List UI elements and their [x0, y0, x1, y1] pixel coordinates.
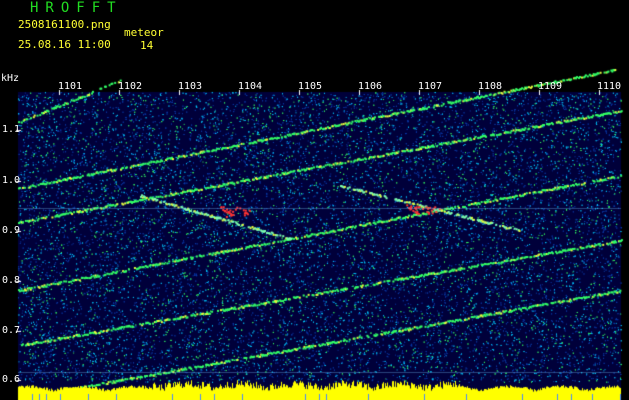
info-separator: : — [292, 3, 299, 16]
time-tick-label: 1104 — [238, 81, 263, 92]
info-value: Hamamatsu, Japan (N34°40' E137°43') — [304, 16, 536, 29]
y-tick-label: 0.7 — [2, 325, 21, 336]
info-row-antenna: Antenna : HB9CV Zenith dir. — [180, 42, 536, 55]
time-tick-label: 1110 — [597, 81, 622, 92]
info-value: JL2TBB — [304, 3, 344, 16]
time-tick-label: 1102 — [118, 81, 143, 92]
time-tick-label: 1107 — [418, 81, 443, 92]
info-key: Observer — [180, 3, 233, 16]
time-tick-label: 1108 — [478, 81, 503, 92]
info-key: Antenna — [180, 42, 227, 55]
info-value: ICOM IC-R2500 53.1000MHz USB — [304, 29, 490, 42]
timestamp: 25.08.16 11:00 — [18, 38, 111, 51]
station-info: Observer : JL2TBB Receiving Location : H… — [180, 3, 536, 55]
time-tick-label: 1105 — [298, 81, 323, 92]
time-tick-label: 1109 — [538, 81, 563, 92]
spectrogram-canvas — [0, 0, 629, 400]
time-tick-label: 1106 — [358, 81, 383, 92]
app-logo: HROFFT — [30, 0, 123, 16]
info-row-location: Receiving Location : Hamamatsu, Japan (N… — [180, 16, 536, 42]
info-key: Receiving Location — [180, 16, 240, 42]
meteor-label: meteor — [124, 26, 164, 39]
info-separator: : — [292, 16, 299, 29]
y-tick-label: 1.0 — [2, 175, 21, 186]
info-row-observer: Observer : JL2TBB — [180, 3, 536, 16]
file-name: 2508161100.png — [18, 18, 111, 31]
info-separator: : — [292, 29, 299, 42]
info-separator: : — [292, 42, 299, 55]
info-key: Receiver — [180, 29, 233, 42]
info-value: HB9CV Zenith dir. — [304, 42, 417, 55]
y-tick-label: 0.6 — [2, 374, 21, 385]
time-tick-label: 1103 — [178, 81, 203, 92]
time-tick-label: 1101 — [58, 81, 83, 92]
y-tick-label: 0.8 — [2, 275, 21, 286]
meteor-count: 14 — [140, 39, 154, 52]
info-row-receiver: Receiver : ICOM IC-R2500 53.1000MHz USB — [180, 29, 536, 42]
y-axis-unit: kHz — [1, 73, 20, 84]
y-tick-label: 1.1 — [2, 124, 21, 135]
y-tick-label: 0.9 — [2, 225, 21, 236]
